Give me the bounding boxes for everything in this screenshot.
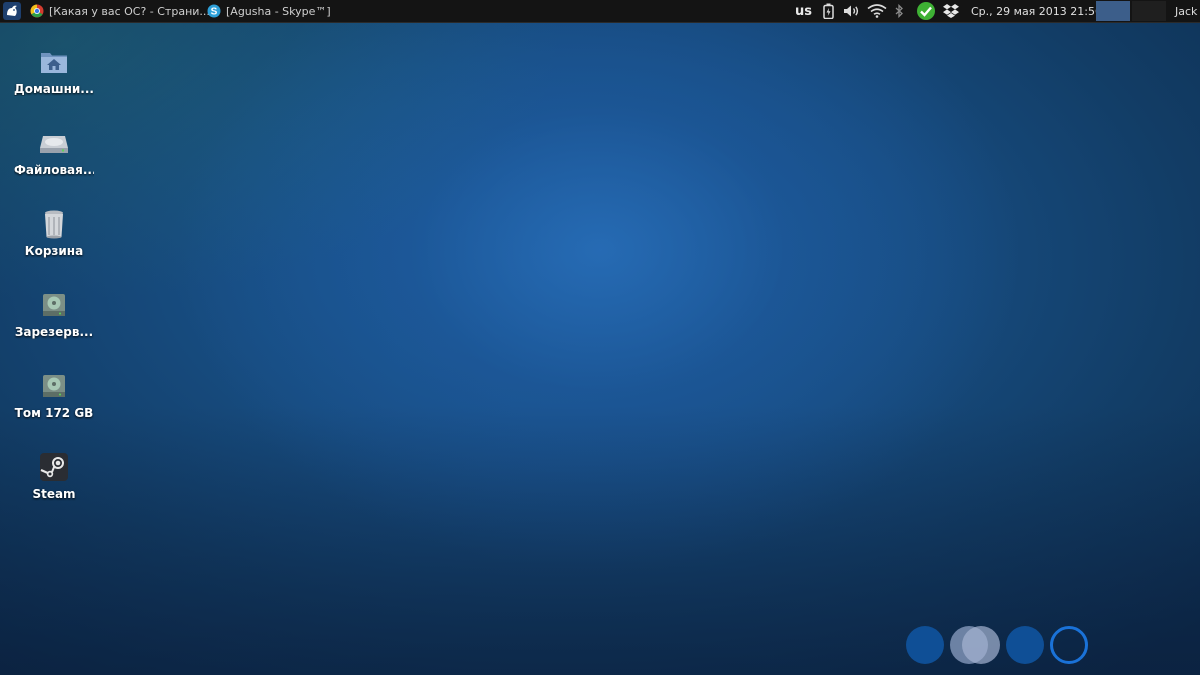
- trash-icon: [45, 210, 63, 239]
- desktop-icon-steam[interactable]: Steam: [14, 451, 94, 501]
- wallpaper-circle: [906, 626, 944, 664]
- workspace-1-button[interactable]: [1096, 1, 1130, 21]
- workspace-2-button[interactable]: [1132, 1, 1166, 21]
- wifi-icon[interactable]: [867, 0, 887, 22]
- disk-volume-icon: [43, 375, 65, 397]
- desktop-icon-label: Том 172 GB: [14, 406, 94, 420]
- desktop-icon-volume-172gb[interactable]: Том 172 GB: [14, 370, 94, 420]
- taskbar-item-skype[interactable]: S [Agusha - Skype™]: [207, 0, 331, 22]
- desktop-icon-home[interactable]: Домашни...: [14, 46, 94, 96]
- top-panel: [Какая у вас ОС? - Страни... S [Agusha -…: [0, 0, 1200, 23]
- volume-icon[interactable]: [843, 0, 861, 22]
- wallpaper-ring: [1050, 626, 1088, 664]
- desktop-icon-filesystem[interactable]: Файловая...: [14, 127, 94, 177]
- taskbar-item-label: [Agusha - Skype™]: [226, 4, 331, 18]
- desktop-icon-label: Steam: [32, 487, 76, 501]
- check-icon[interactable]: [916, 0, 936, 22]
- chrome-icon: [30, 4, 44, 18]
- desktop-icon-label: Зарезерв...: [14, 325, 94, 339]
- wallpaper-circle: [962, 626, 1000, 664]
- taskbar-item-label: [Какая у вас ОС? - Страни...: [49, 4, 210, 18]
- disk-volume-icon: [43, 294, 65, 316]
- taskbar-item-chrome[interactable]: [Какая у вас ОС? - Страни...: [30, 0, 210, 22]
- desktop-icon-trash[interactable]: Корзина: [14, 208, 94, 258]
- keyboard-layout-indicator[interactable]: us: [795, 0, 812, 22]
- battery-icon[interactable]: [823, 0, 834, 22]
- desktop-icon-label: Корзина: [24, 244, 84, 258]
- dropbox-icon[interactable]: [942, 0, 960, 22]
- xfce-mouse-icon: [3, 2, 21, 20]
- svg-text:S: S: [211, 7, 218, 18]
- desktop-background[interactable]: [Какая у вас ОС? - Страни... S [Agusha -…: [0, 0, 1200, 675]
- user-menu[interactable]: Jack: [1175, 0, 1197, 22]
- applications-menu-button[interactable]: [2, 0, 22, 22]
- desktop-icon-reserved[interactable]: Зарезерв...: [14, 289, 94, 339]
- clock[interactable]: Ср., 29 мая 2013 21:56: [971, 0, 1102, 22]
- desktop-icon-label: Файловая...: [14, 163, 94, 177]
- wallpaper-circle: [1006, 626, 1044, 664]
- steam-icon: [40, 453, 68, 481]
- bluetooth-icon[interactable]: [894, 0, 904, 22]
- desktop-icon-label: Домашни...: [14, 82, 94, 96]
- drive-icon: [40, 136, 68, 153]
- home-folder-icon: [41, 53, 67, 73]
- skype-icon: S: [207, 4, 221, 18]
